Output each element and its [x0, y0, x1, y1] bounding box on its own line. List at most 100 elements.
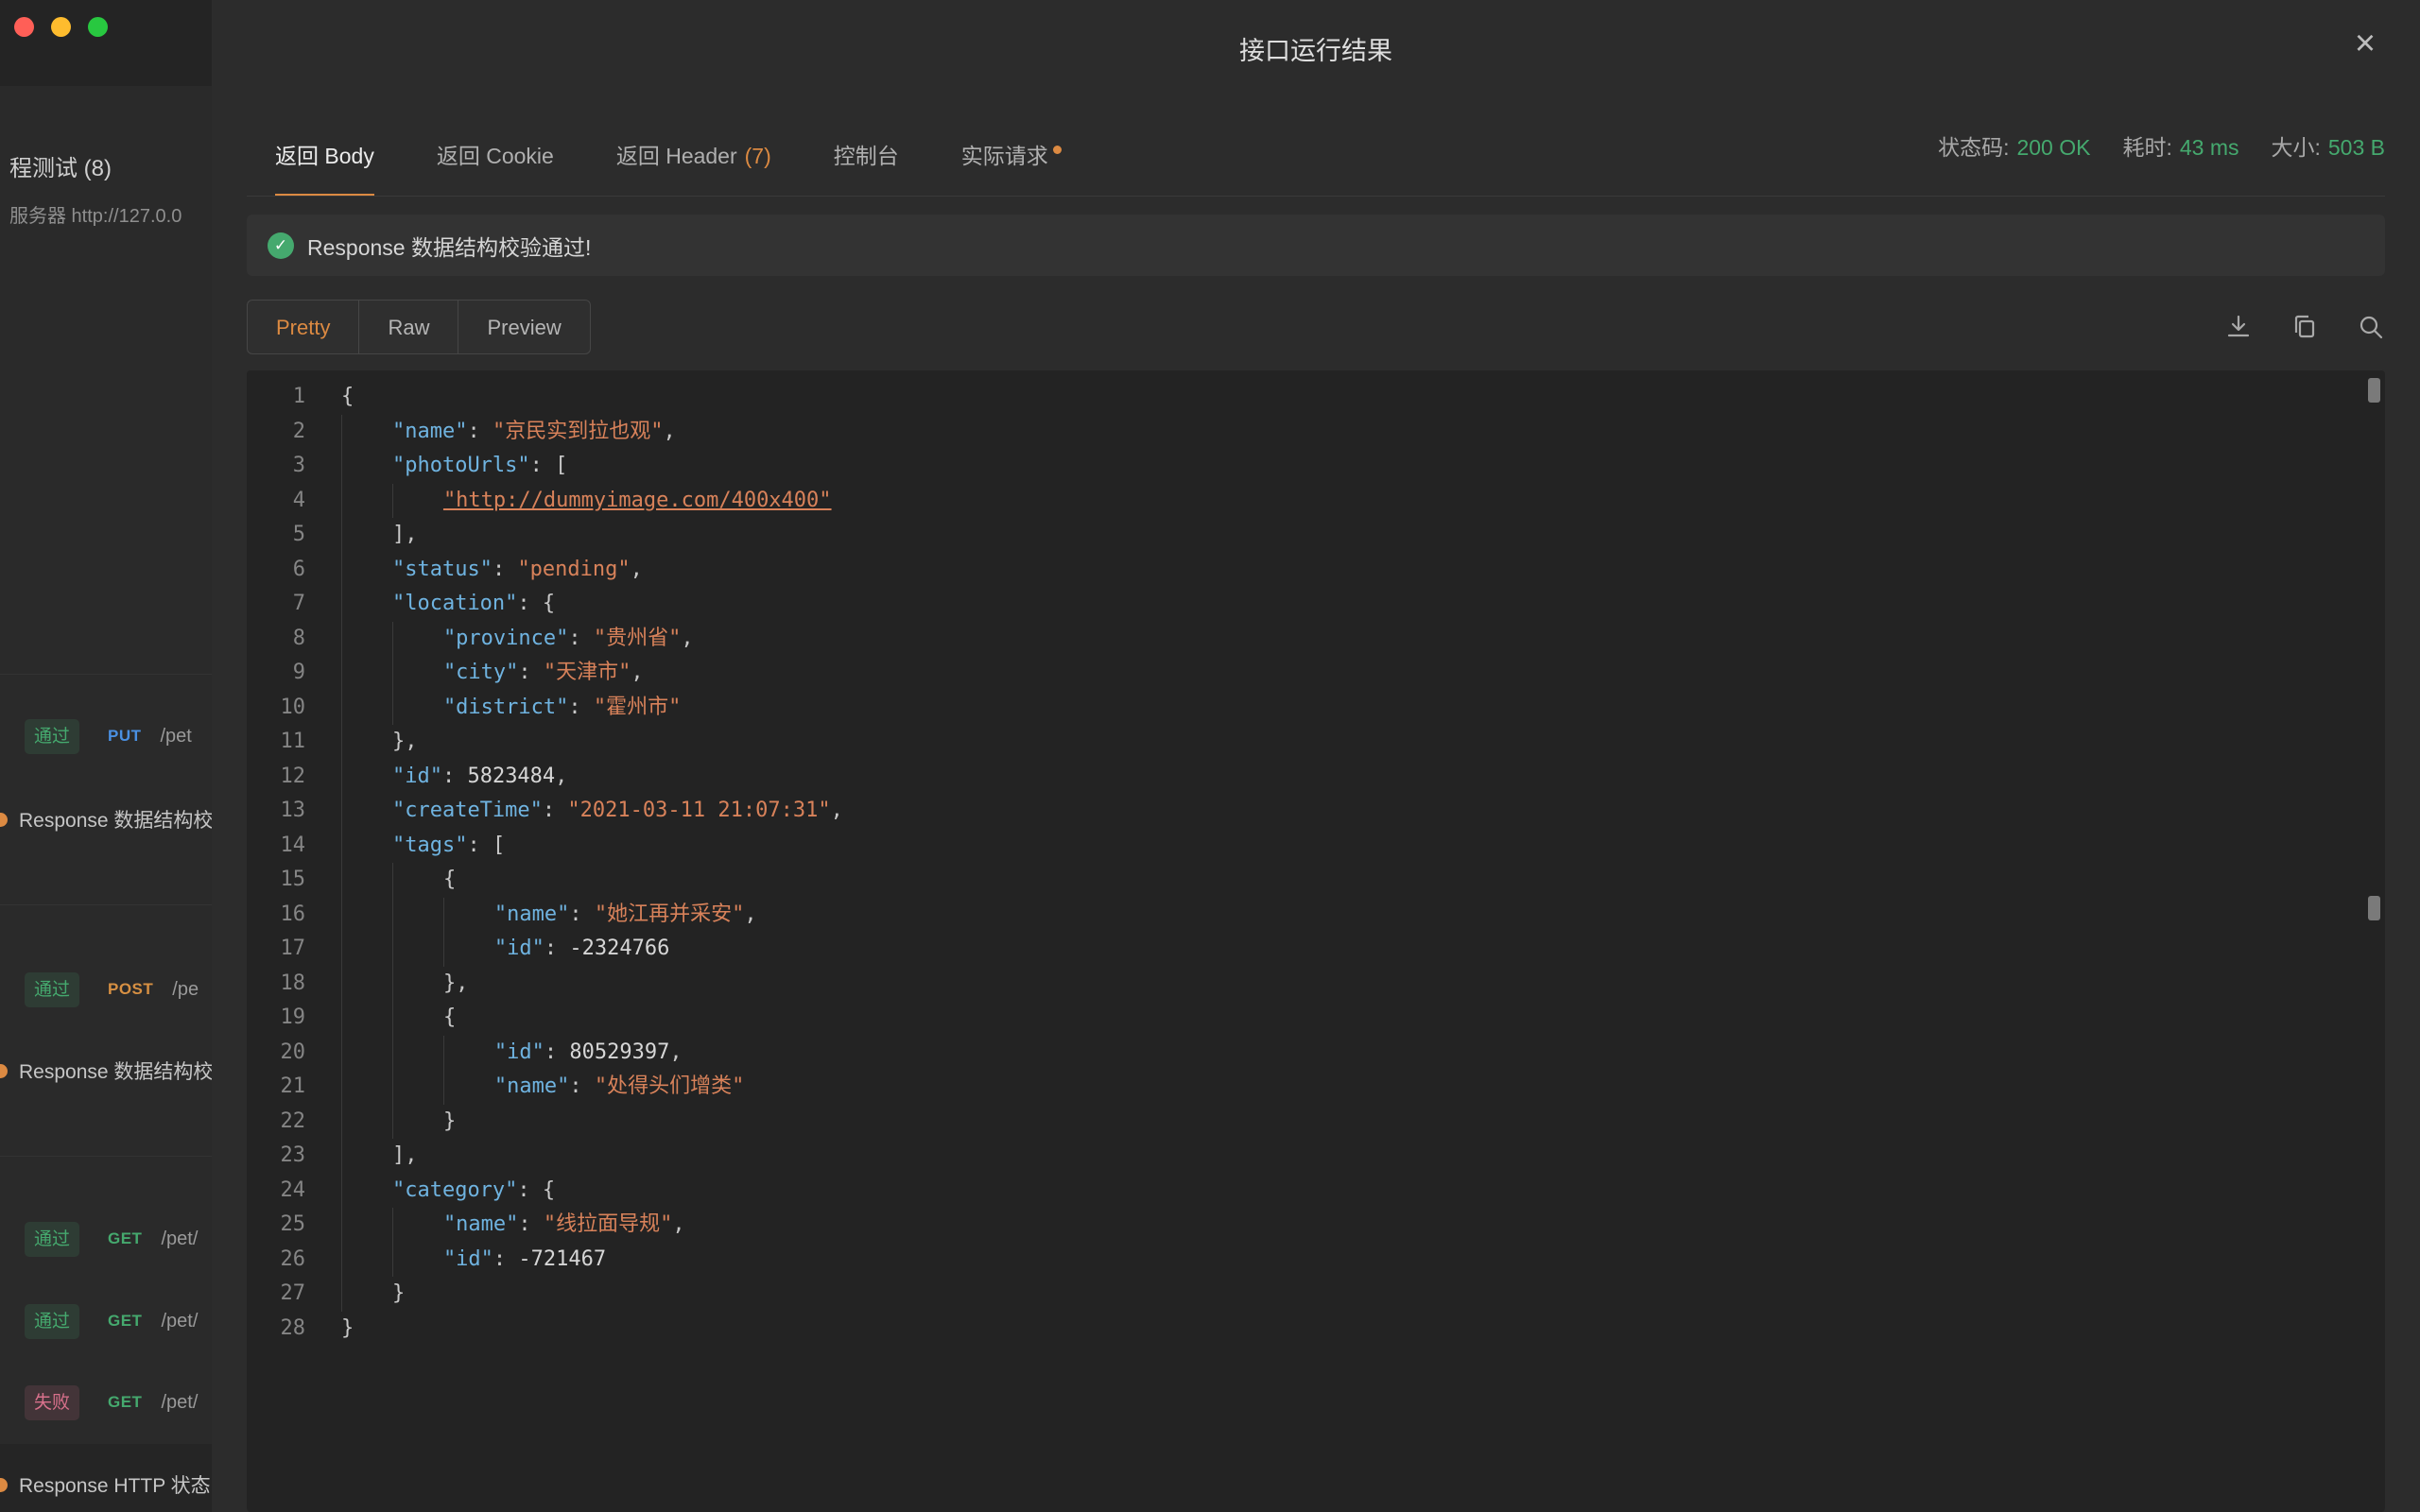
status-badge: 失败 [25, 1385, 79, 1420]
method-label: GET [108, 1229, 142, 1248]
sidebar-server-url: 服务器 http://127.0.0 [9, 200, 213, 228]
copy-icon[interactable] [2290, 313, 2319, 341]
request-path: /pet/ [161, 1392, 198, 1414]
code-line: 14"tags": [ [247, 829, 2385, 864]
line-content: "location": { [305, 587, 555, 622]
line-content: "province": "贵州省", [305, 622, 694, 657]
test-step-row[interactable]: 通过 GET /pet/ [0, 1302, 212, 1340]
line-content: "id": -2324766 [305, 932, 669, 967]
line-content: "tags": [ [305, 829, 505, 864]
line-number: 9 [247, 656, 305, 691]
code-line: 18}, [247, 967, 2385, 1002]
code-line: 27} [247, 1277, 2385, 1312]
sidebar: 程测试 (8) 服务器 http://127.0.0 通过 PUT /pet R… [0, 0, 213, 1512]
line-number: 21 [247, 1070, 305, 1105]
code-line: 7"location": { [247, 587, 2385, 622]
assertion-row[interactable]: Response 数据结构校 [0, 800, 212, 838]
code-line: 6"status": "pending", [247, 553, 2385, 588]
minimize-window-icon[interactable] [51, 17, 71, 37]
test-step-row[interactable]: 通过 POST /pe [0, 971, 212, 1008]
line-content: } [305, 1105, 456, 1140]
line-number: 20 [247, 1036, 305, 1071]
tab-return-header[interactable]: 返回 Header(7) [616, 138, 771, 197]
line-number: 27 [247, 1277, 305, 1312]
response-tabs: 返回 Body 返回 Cookie 返回 Header(7) 控制台 实际请求 [275, 121, 1062, 197]
line-number: 23 [247, 1139, 305, 1174]
tab-actual-request[interactable]: 实际请求 [961, 138, 1062, 197]
status-code-stat: 状态码:200 OK [1938, 129, 2090, 162]
tab-return-body[interactable]: 返回 Body [275, 138, 374, 197]
line-number: 12 [247, 760, 305, 795]
line-number: 3 [247, 449, 305, 484]
test-step-row[interactable]: 失败 GET /pet/ [0, 1383, 212, 1421]
tab-return-cookie[interactable]: 返回 Cookie [437, 138, 554, 197]
line-number: 26 [247, 1243, 305, 1278]
line-content: "name": "线拉面导规", [305, 1208, 685, 1243]
app-root: 程测试 (8) 服务器 http://127.0.0 通过 PUT /pet R… [0, 0, 2420, 1512]
request-path: /pet/ [161, 1311, 198, 1332]
method-label: GET [108, 1312, 142, 1331]
maximize-window-icon[interactable] [88, 17, 108, 37]
method-label: PUT [108, 727, 142, 746]
assertion-row[interactable]: Response HTTP 状态 [0, 1466, 212, 1503]
request-path: /pet [161, 726, 192, 747]
status-badge: 通过 [25, 1222, 79, 1257]
line-content: { [305, 380, 354, 415]
assertion-label: Response HTTP 状态 [19, 1470, 211, 1499]
notification-dot-icon [1053, 146, 1062, 154]
pretty-button[interactable]: Pretty [247, 300, 359, 354]
line-content: }, [305, 725, 417, 760]
line-number: 8 [247, 622, 305, 657]
tab-label: 实际请求 [961, 144, 1048, 168]
line-content: "city": "天津市", [305, 656, 644, 691]
code-line: 9"city": "天津市", [247, 656, 2385, 691]
scrollbar-marker[interactable] [2368, 896, 2380, 920]
sidebar-divider [0, 674, 212, 675]
sidebar-divider [0, 1156, 212, 1157]
close-window-icon[interactable] [14, 17, 34, 37]
tab-label: 返回 Body [275, 144, 374, 168]
validation-message: Response 数据结构校验通过! [307, 230, 591, 262]
code-lines: 1{2"name": "京民实到拉也观",3"photoUrls": [4"ht… [247, 380, 2385, 1346]
code-line: 2"name": "京民实到拉也观", [247, 415, 2385, 450]
line-content: "http://dummyimage.com/400x400" [305, 484, 832, 519]
code-line: 13"createTime": "2021-03-11 21:07:31", [247, 794, 2385, 829]
close-icon[interactable]: × [2342, 21, 2388, 66]
code-line: 22} [247, 1105, 2385, 1140]
line-content: "id": -721467 [305, 1243, 606, 1278]
tab-label: 返回 Header [616, 144, 737, 168]
size-value: 503 B [2328, 135, 2385, 160]
assertion-label: Response 数据结构校 [19, 805, 212, 833]
line-number: 5 [247, 518, 305, 553]
line-content: "name": "她江再并采安", [305, 898, 757, 933]
download-icon[interactable] [2224, 313, 2253, 341]
assertion-row[interactable]: Response 数据结构校 [0, 1052, 212, 1090]
line-content: } [305, 1312, 354, 1347]
tab-console[interactable]: 控制台 [834, 138, 899, 197]
search-icon[interactable] [2357, 313, 2385, 341]
line-number: 25 [247, 1208, 305, 1243]
code-line: 20"id": 80529397, [247, 1036, 2385, 1071]
line-content: { [305, 1001, 456, 1036]
line-content: "createTime": "2021-03-11 21:07:31", [305, 794, 843, 829]
code-line: 10"district": "霍州市" [247, 691, 2385, 726]
line-number: 4 [247, 484, 305, 519]
response-body-viewer[interactable]: 1{2"name": "京民实到拉也观",3"photoUrls": [4"ht… [247, 370, 2385, 1512]
raw-button[interactable]: Raw [358, 300, 458, 354]
status-badge: 通过 [25, 719, 79, 754]
status-badge: 通过 [25, 1304, 79, 1339]
line-content: ], [305, 1139, 417, 1174]
test-step-row[interactable]: 通过 PUT /pet [0, 717, 212, 755]
tab-label: 控制台 [834, 144, 899, 168]
size-stat: 大小:503 B [2272, 129, 2386, 162]
duration-stat: 耗时:43 ms [2122, 129, 2238, 162]
scrollbar-thumb[interactable] [2368, 378, 2380, 403]
code-line: 28} [247, 1312, 2385, 1347]
test-step-row[interactable]: 通过 GET /pet/ [0, 1220, 212, 1258]
code-line: 21"name": "处得头们增类" [247, 1070, 2385, 1105]
code-line: 25"name": "线拉面导规", [247, 1208, 2385, 1243]
code-line: 16"name": "她江再并采安", [247, 898, 2385, 933]
preview-button[interactable]: Preview [458, 300, 590, 354]
line-content: "name": "处得头们增类" [305, 1070, 744, 1105]
check-circle-icon: ✓ [268, 232, 294, 259]
